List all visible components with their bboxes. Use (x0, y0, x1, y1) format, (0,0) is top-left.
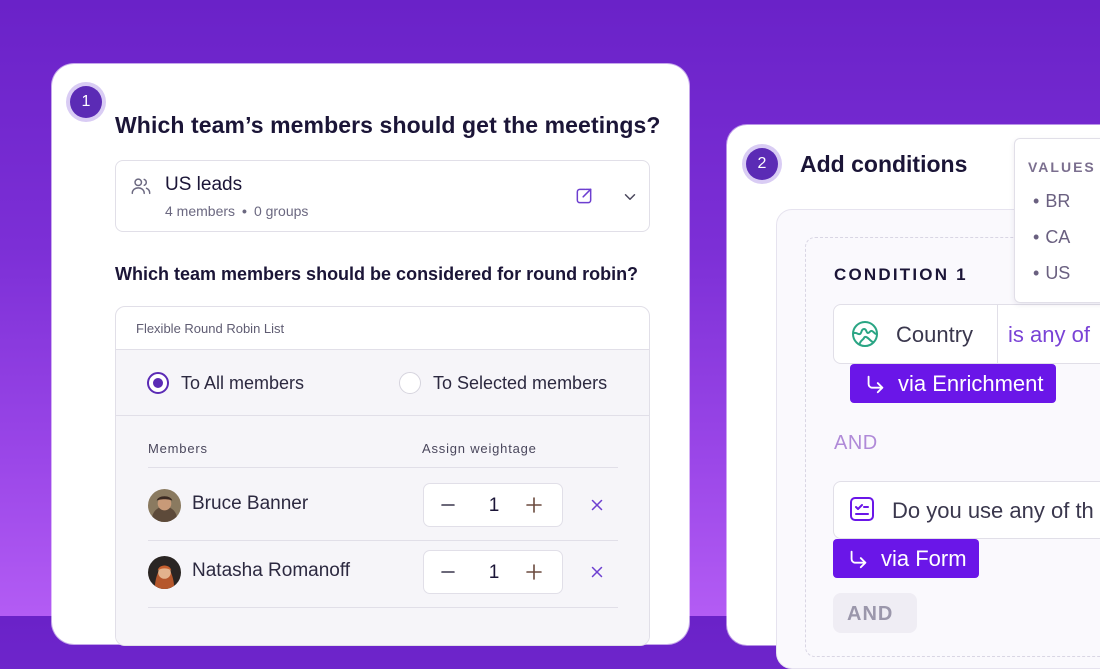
team-meta: 4 members • 0 groups (165, 203, 308, 219)
and-connector: AND (834, 432, 878, 454)
team-question: Which team’s members should get the meet… (115, 112, 661, 138)
condition-operator[interactable]: is any of (1008, 322, 1090, 348)
list-label: Flexible Round Robin List (136, 321, 285, 336)
corner-down-right-icon (867, 375, 884, 393)
round-robin-question: Which team members should be considered … (115, 264, 639, 284)
weight-column-header: Assign weightage (422, 441, 537, 456)
members-column-header: Members (148, 441, 208, 456)
globe-icon (852, 321, 878, 347)
round-robin-panel: To All members To Selected members Membe… (116, 349, 649, 645)
team-name: US leads (165, 174, 243, 195)
condition-field-name: Country (896, 322, 974, 347)
member-name: Natasha Romanoff (192, 560, 351, 581)
chevron-down-icon[interactable] (621, 188, 639, 206)
radio-selected-members[interactable]: To Selected members (399, 372, 607, 394)
avatar (148, 489, 181, 522)
values-heading: VALUES (1028, 159, 1096, 175)
values-popover: VALUES BR CA US (1014, 138, 1100, 303)
value-item[interactable]: BR (1033, 191, 1070, 212)
corner-down-right-icon (850, 550, 867, 568)
condition-label: CONDITION 1 (834, 265, 968, 284)
via-form-tag: via Form (833, 539, 979, 578)
member-name: Bruce Banner (192, 493, 309, 514)
step-badge: 2 (746, 148, 778, 180)
via-enrichment-tag: via Enrichment (850, 364, 1056, 403)
divider (148, 540, 618, 541)
divider (148, 607, 618, 608)
close-icon[interactable] (588, 563, 606, 581)
close-icon[interactable] (588, 496, 606, 514)
divider (148, 467, 618, 468)
separator-dot: • (242, 203, 247, 219)
via-enrichment-label: via Enrichment (898, 370, 1044, 396)
avatar (148, 556, 181, 589)
value-item[interactable]: US (1033, 263, 1070, 284)
via-form-label: via Form (881, 545, 967, 571)
weight-stepper[interactable]: 1 (423, 483, 563, 527)
radio-label: To Selected members (433, 372, 608, 393)
radio-button-checked[interactable] (147, 372, 169, 394)
member-row: Bruce Banner 1 (148, 477, 618, 537)
team-select[interactable]: US leads 4 members • 0 groups (115, 160, 650, 232)
plus-icon[interactable] (524, 562, 544, 582)
users-icon (131, 178, 151, 195)
radio-all-members[interactable]: To All members (147, 372, 304, 394)
weight-stepper[interactable]: 1 (423, 550, 563, 594)
divider (116, 415, 649, 416)
and-button-label: AND (847, 603, 894, 625)
country-field[interactable]: Country is any of (833, 304, 1100, 364)
conditions-title: Add conditions (800, 151, 968, 177)
team-card: 1 Which team’s members should get the me… (52, 64, 689, 646)
add-and-button[interactable]: AND (833, 593, 917, 633)
form-icon (850, 497, 874, 521)
divider (997, 305, 998, 363)
form-question-field[interactable]: Do you use any of th (833, 481, 1100, 539)
value-item[interactable]: CA (1033, 227, 1070, 248)
radio-button[interactable] (399, 372, 421, 394)
external-link-icon[interactable] (574, 186, 594, 206)
groups-count: 0 groups (253, 203, 309, 219)
plus-icon[interactable] (524, 495, 544, 515)
radio-label: To All members (181, 372, 305, 393)
step-badge: 1 (70, 86, 102, 118)
round-robin-list: Flexible Round Robin List To All members… (115, 306, 650, 646)
member-row: Natasha Romanoff 1 (148, 544, 618, 604)
form-question-text: Do you use any of th (892, 498, 1094, 523)
members-count: 4 members (165, 203, 236, 219)
